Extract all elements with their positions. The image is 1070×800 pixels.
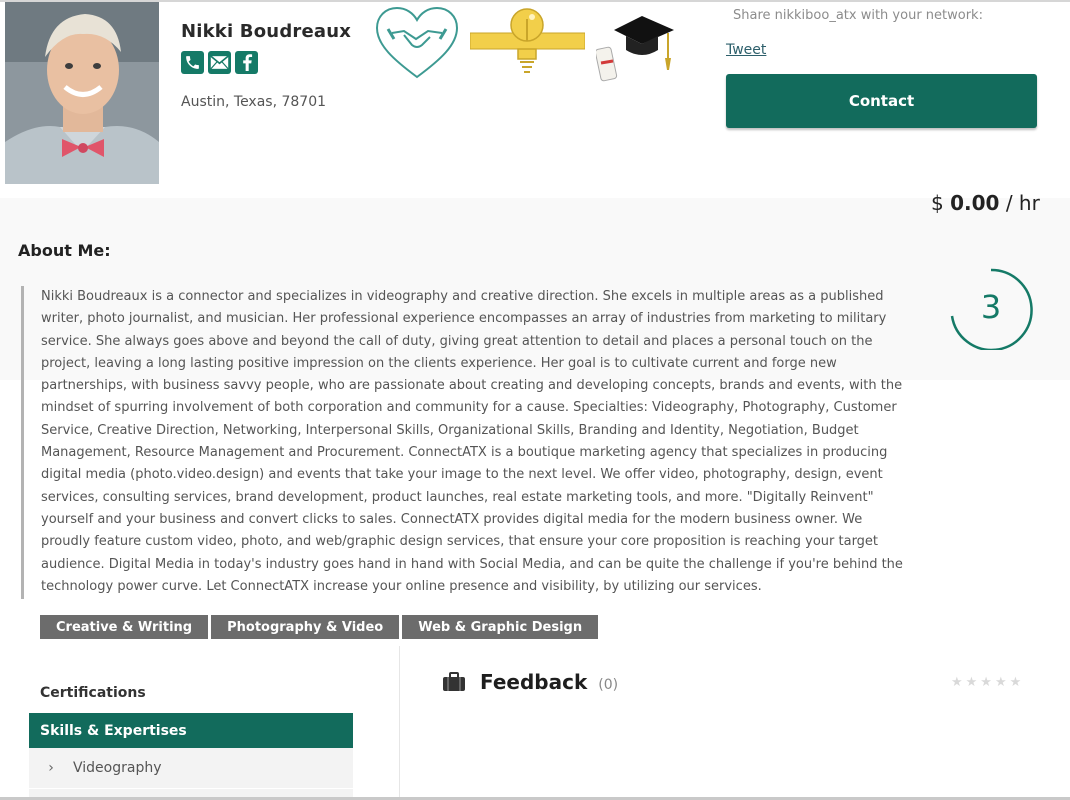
feedback-title-wrap: Feedback (0) [480, 670, 618, 694]
feedback-title: Feedback [480, 670, 588, 694]
column-divider [399, 646, 400, 800]
feedback-section: Feedback (0) [442, 670, 618, 694]
contact-button[interactable]: Contact [726, 74, 1037, 128]
tag-photography-video[interactable]: Photography & Video [211, 615, 400, 639]
hourly-rate: $ 0.00 / hr [931, 191, 1040, 215]
avatar-photo [5, 2, 159, 184]
heart-handshake-badge-icon [375, 6, 459, 79]
rating-stars: ★★★★★ [951, 675, 1025, 690]
contact-icons [181, 51, 258, 74]
rate-value: 0.00 [950, 191, 1000, 215]
tag-web-graphic-design[interactable]: Web & Graphic Design [402, 615, 599, 639]
profile-location: Austin, Texas, 78701 [181, 94, 327, 110]
count-number: 3 [980, 288, 1002, 326]
top-border [0, 0, 1070, 2]
about-block: Nikki Boudreaux is a connector and speci… [21, 286, 911, 599]
certifications-heading[interactable]: Certifications [40, 685, 146, 701]
share-text: Share nikkiboo_atx with your network: [733, 8, 983, 23]
rate-suffix: / hr [1005, 191, 1040, 215]
facebook-icon[interactable] [235, 51, 258, 74]
profile-name: Nikki Boudreaux [181, 21, 352, 42]
about-title: About Me: [18, 241, 111, 260]
phone-icon[interactable] [181, 51, 204, 74]
avatar [5, 2, 159, 184]
category-tags: Creative & Writing Photography & Video W… [40, 615, 599, 639]
skill-label: Videography [73, 760, 162, 776]
tweet-link[interactable]: Tweet [726, 42, 766, 58]
feedback-count: (0) [598, 677, 619, 693]
rate-prefix: $ [931, 191, 944, 215]
chevron-right-icon: › [48, 760, 54, 776]
graduation-badge-icon [596, 16, 674, 82]
profile-header: Nikki Boudreaux Austin, Texas, 78701 Sha… [0, 0, 1070, 198]
mail-icon[interactable] [208, 51, 231, 74]
skill-item-videography[interactable]: › Videography [29, 748, 353, 788]
skills-header[interactable]: Skills & Expertises [29, 713, 353, 748]
about-text: Nikki Boudreaux is a connector and speci… [41, 289, 903, 594]
lightbulb-badge-icon [470, 8, 585, 73]
tag-creative-writing[interactable]: Creative & Writing [40, 615, 209, 639]
briefcase-icon [443, 672, 465, 691]
